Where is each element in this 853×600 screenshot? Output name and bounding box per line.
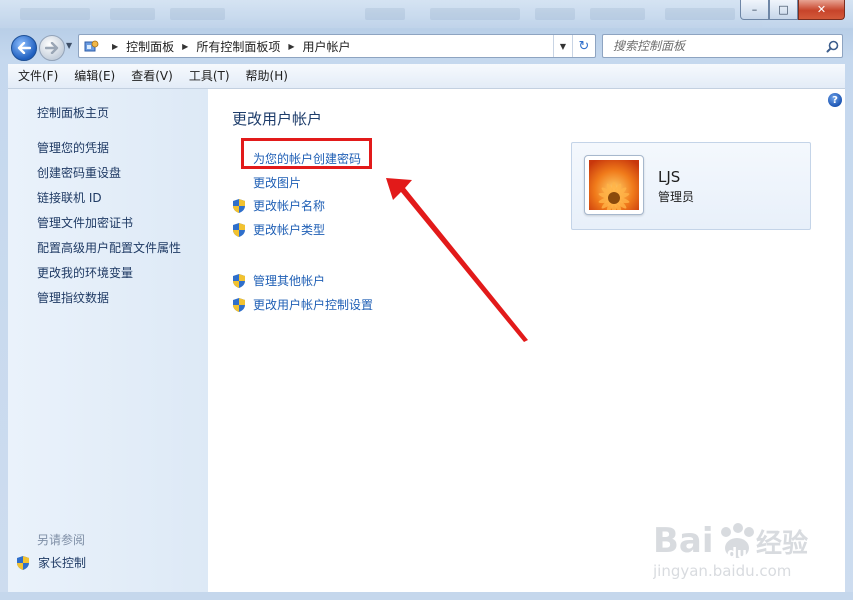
uac-shield-icon — [233, 222, 245, 237]
menu-view[interactable]: 查看(V) — [123, 64, 181, 88]
breadcrumb-separator-icon[interactable]: ▶ — [112, 42, 118, 51]
title-bar — [0, 0, 853, 28]
flower-avatar-icon — [589, 160, 639, 210]
avatar[interactable] — [584, 155, 644, 215]
breadcrumb-item[interactable]: 用户帐户 — [303, 38, 351, 55]
back-button[interactable] — [11, 35, 37, 61]
uac-settings-link[interactable]: 更改用户帐户控制设置 — [232, 296, 373, 313]
sidebar-item-home[interactable]: 控制面板主页 — [37, 104, 109, 121]
watermark-url: jingyan.baidu.com — [653, 562, 791, 580]
menu-bar: 文件(F) 编辑(E) 查看(V) 工具(T) 帮助(H) — [8, 64, 845, 89]
window-controls: – □ ✕ — [740, 0, 845, 20]
change-picture-link[interactable]: 更改图片 — [253, 174, 301, 191]
user-account-card: LJS 管理员 — [571, 142, 811, 230]
sidebar-item-profile-properties[interactable]: 配置高级用户配置文件属性 — [37, 239, 181, 256]
uac-shield-icon — [17, 555, 29, 570]
address-dropdown-icon[interactable]: ▼ — [553, 35, 572, 57]
menu-help[interactable]: 帮助(H) — [238, 64, 296, 88]
sidebar-item-credentials[interactable]: 管理您的凭据 — [37, 139, 109, 156]
title-bar-ghost — [665, 8, 735, 20]
title-bar-ghost — [365, 8, 405, 20]
forward-button[interactable] — [39, 35, 65, 61]
forward-arrow-icon — [45, 42, 59, 54]
see-also-heading: 另请参阅 — [37, 533, 86, 547]
sidebar-item-reset-disk[interactable]: 创建密码重设盘 — [37, 164, 121, 181]
back-arrow-icon — [17, 42, 31, 54]
close-button[interactable]: ✕ — [798, 0, 845, 20]
control-panel-icon — [84, 39, 100, 53]
task-label: 更改图片 — [253, 176, 302, 190]
address-bar[interactable]: ▶ 控制面板 ▶ 所有控制面板项 ▶ 用户帐户 ▼ ↻ — [78, 34, 596, 58]
breadcrumb: ▶ 控制面板 ▶ 所有控制面板项 ▶ 用户帐户 — [104, 38, 351, 55]
breadcrumb-item[interactable]: 所有控制面板项 — [196, 38, 280, 55]
recent-pages-chevron-icon[interactable]: ▼ — [66, 41, 72, 50]
watermark-brand: Bai — [653, 521, 714, 561]
breadcrumb-separator-icon[interactable]: ▶ — [288, 42, 294, 51]
manage-other-accounts-link[interactable]: 管理其他帐户 — [232, 272, 325, 289]
task-label: 更改帐户名称 — [253, 199, 326, 213]
title-bar-ghost — [110, 8, 155, 20]
sidebar-item-online-id[interactable]: 链接联机 ID — [37, 189, 102, 206]
menu-edit[interactable]: 编辑(E) — [66, 64, 123, 88]
window-bottom-edge — [0, 592, 853, 600]
task-label: 更改用户帐户控制设置 — [253, 298, 374, 312]
title-bar-ghost — [170, 8, 225, 20]
search-input[interactable] — [611, 36, 822, 56]
change-account-name-link[interactable]: 更改帐户名称 — [232, 197, 325, 214]
highlight-annotation-box — [241, 138, 372, 169]
watermark-site-cn: 经验 — [756, 528, 808, 559]
sidebar-item-fingerprint[interactable]: 管理指纹数据 — [37, 289, 109, 306]
title-bar-ghost — [590, 8, 645, 20]
user-role: 管理员 — [658, 190, 695, 204]
title-bar-ghost — [430, 8, 520, 20]
watermark-brand-mid: du — [727, 546, 747, 562]
breadcrumb-item[interactable]: 控制面板 — [126, 38, 174, 55]
sidebar: 控制面板主页 管理您的凭据 创建密码重设盘 链接联机 ID 管理文件加密证书 配… — [8, 89, 208, 592]
user-name: LJS — [658, 168, 681, 186]
sidebar-item-label: 家长控制 — [38, 556, 87, 570]
uac-shield-icon — [233, 273, 245, 288]
task-label: 更改帐户类型 — [253, 223, 326, 237]
help-icon[interactable]: ? — [828, 93, 842, 107]
title-bar-ghost — [20, 8, 90, 20]
task-label: 管理其他帐户 — [253, 274, 326, 288]
search-box[interactable] — [602, 34, 843, 58]
baidu-jingyan-watermark: Bai du 经验 jingyan.baidu.com — [653, 521, 808, 580]
breadcrumb-separator-icon[interactable]: ▶ — [182, 42, 188, 51]
uac-shield-icon — [233, 198, 245, 213]
maximize-button[interactable]: □ — [769, 0, 798, 20]
refresh-icon[interactable]: ↻ — [572, 35, 595, 57]
title-bar-ghost — [535, 8, 575, 20]
menu-tools[interactable]: 工具(T) — [181, 64, 238, 88]
change-account-type-link[interactable]: 更改帐户类型 — [232, 221, 325, 238]
minimize-button[interactable]: – — [740, 0, 769, 20]
sidebar-item-env-vars[interactable]: 更改我的环境变量 — [37, 264, 133, 281]
uac-shield-icon — [233, 297, 245, 312]
search-icon[interactable] — [822, 40, 842, 53]
menu-file[interactable]: 文件(F) — [8, 64, 66, 88]
sidebar-item-encryption-certs[interactable]: 管理文件加密证书 — [37, 214, 133, 231]
page-title: 更改用户帐户 — [232, 110, 323, 128]
sidebar-item-parental-controls[interactable]: 家长控制 — [16, 554, 86, 571]
address-bar-actions: ▼ ↻ — [553, 35, 595, 57]
